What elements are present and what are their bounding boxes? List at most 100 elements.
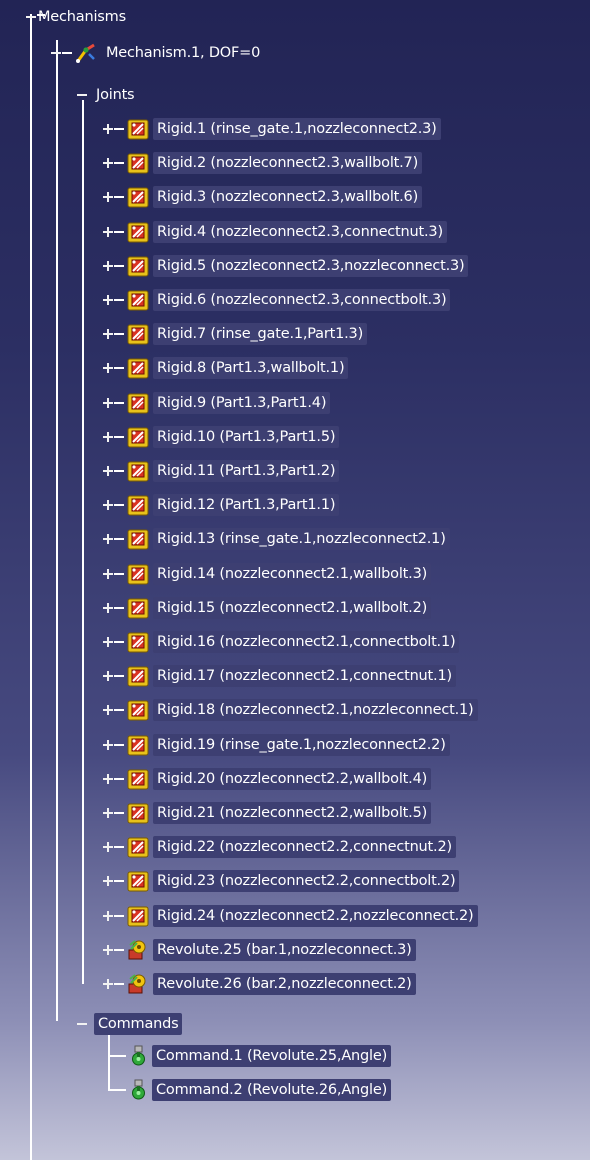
tree-connector-line [37,14,45,16]
tree-node-mechanism[interactable]: Mechanism.1, DOF=0 [0,40,590,66]
tree-node-joint[interactable]: Rigid.17 (nozzleconnect2.1,connectnut.1) [0,663,590,689]
tree-node-joint[interactable]: Rigid.12 (Part1.3,Part1.1) [0,492,590,518]
tree-node-joint[interactable]: Rigid.7 (rinse_gate.1,Part1.3) [0,321,590,347]
tree-node-joint[interactable]: Rigid.22 (nozzleconnect2.2,connectnut.2) [0,834,590,860]
tree-connector-line [114,743,124,746]
rigid-joint-icon [126,664,150,688]
tree-connector-line [114,299,124,301]
tree-node-joint[interactable]: Rigid.5 (nozzleconnect2.3,nozzleconnect.… [0,253,590,279]
expand-icon[interactable] [102,602,114,614]
expand-icon[interactable] [102,568,114,580]
expand-icon[interactable] [102,704,114,716]
tree-node-joint-label: Rigid.23 (nozzleconnect2.2,connectbolt.2… [153,870,460,893]
expand-icon[interactable] [102,260,114,272]
expand-icon[interactable] [102,465,114,477]
tree-node-joint[interactable]: Rigid.19 (rinse_gate.1,nozzleconnect2.2) [0,732,590,758]
expand-icon[interactable] [102,226,114,238]
tree-connector-line [114,572,124,575]
tree-node-joint[interactable]: Rigid.9 (Part1.3,Part1.4) [0,390,590,416]
rigid-joint-icon [126,220,150,244]
tree-node-joints[interactable]: Joints [0,82,590,108]
rigid-joint-icon [126,596,150,620]
tree-connector-line [114,846,124,849]
expand-icon[interactable] [102,636,114,648]
tree-node-mechanisms-label: Mechanisms [38,9,126,25]
tree-node-joint-label: Rigid.15 (nozzleconnect2.1,wallbolt.2) [153,596,432,619]
rigid-joint-icon [126,322,150,346]
expand-icon[interactable] [102,157,114,169]
expand-icon[interactable] [102,807,114,819]
tree-node-joint[interactable]: Rigid.8 (Part1.3,wallbolt.1) [0,355,590,381]
expand-icon[interactable] [102,431,114,443]
collapse-icon[interactable] [50,47,62,59]
tree-node-command[interactable]: Command.1 (Revolute.25,Angle) [0,1043,590,1069]
tree-connector-line [114,196,124,199]
tree-connector-line [114,880,124,883]
tree-node-joint[interactable]: Rigid.24 (nozzleconnect2.2,nozzleconnect… [0,903,590,929]
expand-icon[interactable] [102,397,114,409]
expand-icon[interactable] [102,670,114,682]
tree-node-joint-label: Rigid.3 (nozzleconnect2.3,wallbolt.6) [153,186,423,209]
tree-node-joint[interactable]: Rigid.1 (rinse_gate.1,nozzleconnect2.3) [0,116,590,142]
expand-icon[interactable] [102,841,114,853]
expand-icon[interactable] [102,328,114,340]
expand-icon[interactable] [102,944,114,956]
tree-node-joint[interactable]: Rigid.2 (nozzleconnect2.3,wallbolt.7) [0,150,590,176]
expand-icon[interactable] [102,123,114,135]
tree-node-joint-label: Revolute.26 (bar.2,nozzleconnect.2) [153,973,416,995]
expand-icon[interactable] [102,294,114,306]
expand-icon[interactable] [102,978,114,990]
tree-node-joint[interactable]: Rigid.14 (nozzleconnect2.1,wallbolt.3) [0,561,590,587]
tree-node-joint[interactable]: Rigid.13 (rinse_gate.1,nozzleconnect2.1) [0,526,590,552]
expand-icon[interactable] [102,533,114,545]
collapse-icon[interactable] [76,1018,88,1030]
collapse-icon[interactable] [76,89,88,101]
tree-node-commands-label: Commands [94,1013,183,1035]
tree-connector-line [114,162,124,165]
expand-icon[interactable] [102,191,114,203]
tree-connector-line [114,367,124,370]
tree-node-commands[interactable]: Commands [0,1011,590,1037]
tree-node-mechanisms[interactable]: Mechanisms [0,4,590,30]
tree-node-command-label: Command.2 (Revolute.26,Angle) [152,1079,392,1102]
tree-node-joint-label: Rigid.5 (nozzleconnect2.3,nozzleconnect.… [153,254,469,277]
tree-node-joint[interactable]: Rigid.20 (nozzleconnect2.2,wallbolt.4) [0,766,590,792]
tree-connector-line [114,606,124,609]
tree-node-joint[interactable]: Rigid.23 (nozzleconnect2.2,connectbolt.2… [0,868,590,894]
rigid-joint-icon [126,527,150,551]
tree-node-joint[interactable]: Rigid.11 (Part1.3,Part1.2) [0,458,590,484]
expand-icon[interactable] [102,362,114,374]
tree-connector-line [114,401,124,404]
rigid-joint-icon [126,493,150,517]
command-icon [126,1078,150,1102]
expand-icon[interactable] [102,875,114,887]
tree-node-mechanism-label: Mechanism.1, DOF=0 [106,45,261,61]
tree-node-joint-label: Rigid.12 (Part1.3,Part1.1) [153,494,340,517]
expand-icon[interactable] [102,910,114,922]
tree-node-joint-label: Rigid.16 (nozzleconnect2.1,connectbolt.1… [153,631,460,653]
rigid-joint-icon [126,801,150,825]
expand-icon[interactable] [102,499,114,511]
tree-node-command[interactable]: Command.2 (Revolute.26,Angle) [0,1077,590,1103]
tree-node-joint[interactable]: Rigid.21 (nozzleconnect2.2,wallbolt.5) [0,800,590,826]
tree-node-joint[interactable]: Revolute.26 (bar.2,nozzleconnect.2) [0,971,590,997]
tree-connector-line [114,128,124,130]
tree-node-joint[interactable]: Rigid.6 (nozzleconnect2.3,connectbolt.3) [0,287,590,313]
tree-node-joint[interactable]: Revolute.25 (bar.1,nozzleconnect.3) [0,937,590,963]
tree-connector-line [114,333,124,336]
tree-node-joint[interactable]: Rigid.16 (nozzleconnect2.1,connectbolt.1… [0,629,590,655]
tree-connector-line [114,641,124,643]
tree-connector-line [114,983,124,985]
tree-node-joint-label: Rigid.20 (nozzleconnect2.2,wallbolt.4) [153,767,432,790]
tree-node-joint[interactable]: Rigid.15 (nozzleconnect2.1,wallbolt.2) [0,595,590,621]
tree-node-joint[interactable]: Rigid.18 (nozzleconnect2.1,nozzleconnect… [0,697,590,723]
tree-connector-line [114,538,124,541]
expand-icon[interactable] [102,773,114,785]
rigid-joint-icon [126,767,150,791]
tree-node-joint-label: Rigid.7 (rinse_gate.1,Part1.3) [153,323,368,346]
expand-icon[interactable] [102,739,114,751]
rigid-joint-icon [126,288,150,312]
tree-node-joint[interactable]: Rigid.4 (nozzleconnect2.3,connectnut.3) [0,219,590,245]
tree-node-joint[interactable]: Rigid.3 (nozzleconnect2.3,wallbolt.6) [0,184,590,210]
tree-node-joint[interactable]: Rigid.10 (Part1.3,Part1.5) [0,424,590,450]
